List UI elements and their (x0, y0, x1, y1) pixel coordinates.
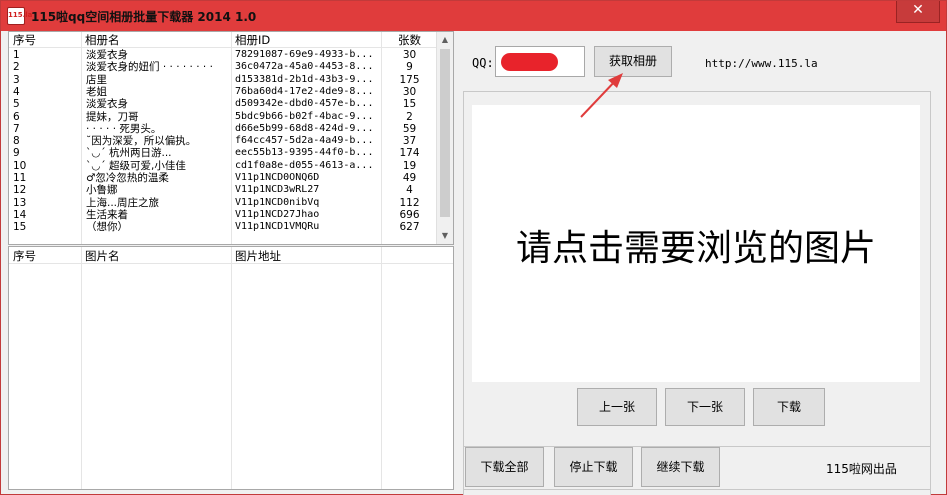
window-title: 115啦qq空间相册批量下载器 2014 1.0 (31, 10, 257, 24)
app-logo-text: 115.la (8, 11, 33, 19)
annotation-arrow-icon (580, 73, 623, 118)
client-area: 序号 相册名 相册ID 张数 1 淡爱衣身 78291087-69e9-4933-b… (7, 31, 942, 495)
close-icon: ✕ (912, 2, 924, 18)
app-window: 115.la 115啦qq空间相册批量下载器 2014 1.0 ✕ 序号 相册名… (0, 0, 947, 495)
close-button[interactable]: ✕ (896, 1, 940, 23)
app-logo-icon: 115.la (7, 7, 33, 25)
title-bar[interactable]: 115.la 115啦qq空间相册批量下载器 2014 1.0 ✕ (1, 1, 946, 31)
